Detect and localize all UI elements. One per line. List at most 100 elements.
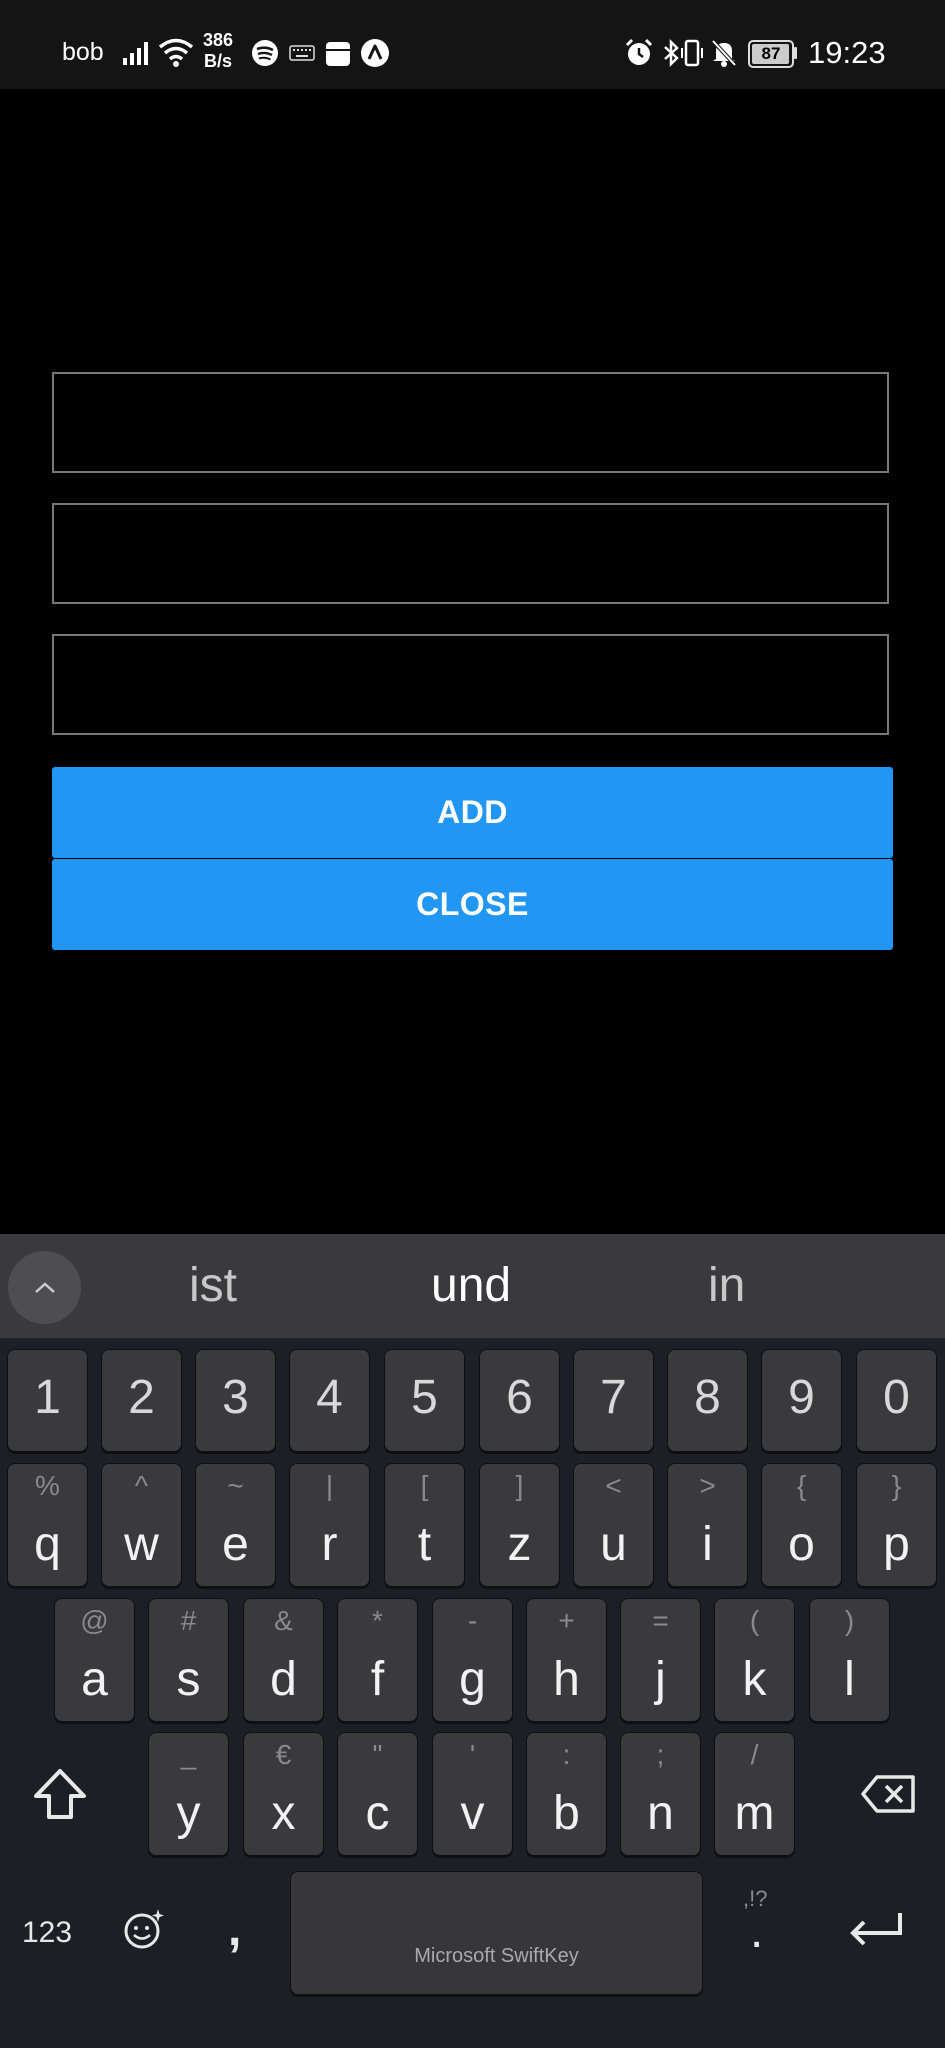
key-4[interactable]: 4 (289, 1349, 370, 1452)
network-speed-unit: B/s (204, 51, 233, 71)
battery-tip (794, 47, 797, 59)
key-t[interactable]: [t (384, 1463, 465, 1587)
key-o[interactable]: {o (761, 1463, 842, 1587)
key-l[interactable]: ) l (809, 1598, 890, 1722)
key-n[interactable]: ; n (620, 1732, 701, 1856)
key-d[interactable]: & d (243, 1598, 324, 1722)
key-0[interactable]: 0 (856, 1349, 937, 1452)
enter-key[interactable] (836, 1894, 916, 1964)
suggestion-center[interactable]: und (431, 1258, 511, 1313)
on-screen-keyboard: ist und in 1 2 3 4 5 6 7 8 9 0 % q ^ w ~ e … (0, 1234, 945, 2048)
key-u[interactable]: < u (573, 1463, 654, 1587)
key-a[interactable]: @ a (54, 1598, 135, 1722)
network-speed: 386 B/s (203, 30, 233, 72)
key-v[interactable]: ' v (432, 1732, 513, 1856)
key-label: 9 (788, 1371, 815, 1424)
text-input-1[interactable] (52, 372, 889, 473)
suggestion-left[interactable]: ist (189, 1258, 237, 1313)
key-c[interactable]: " c (337, 1732, 418, 1856)
alarm-icon (625, 38, 653, 65)
key-label: 6 (506, 1371, 533, 1424)
backspace-key[interactable] (840, 1732, 935, 1856)
shift-key[interactable] (14, 1732, 106, 1856)
key-label: 4 (316, 1371, 343, 1424)
key-label: 3 (222, 1371, 249, 1424)
key-alt-label: = (652, 1605, 669, 1636)
key-label: 0 (883, 1371, 910, 1424)
status-bar: bob 386 B/s 87 19:23 (0, 0, 945, 89)
key-9[interactable]: 9 (761, 1349, 842, 1452)
key-label: d (270, 1653, 297, 1706)
key-label: k (742, 1653, 767, 1706)
key-3[interactable]: 3 (195, 1349, 276, 1452)
key-6[interactable]: 6 (479, 1349, 560, 1452)
key-label: p (883, 1518, 910, 1571)
period-key[interactable]: . (750, 1904, 763, 1959)
key-5[interactable]: 5 (384, 1349, 465, 1452)
key-g[interactable]: -g (432, 1598, 513, 1722)
key-label: g (459, 1653, 486, 1706)
suggestion-right[interactable]: in (708, 1258, 745, 1313)
key-e[interactable]: ~ e (195, 1463, 276, 1587)
key-label: 1 (34, 1371, 61, 1424)
key-i[interactable]: > i (667, 1463, 748, 1587)
close-button[interactable]: CLOSE (52, 859, 893, 950)
comma-key[interactable]: , (228, 1902, 241, 1957)
key-x[interactable]: € x (243, 1732, 324, 1856)
key-alt-label: } (891, 1470, 902, 1501)
text-input-3[interactable] (52, 634, 889, 735)
key-alt-label: _ (180, 1739, 197, 1770)
key-alt-label: - (467, 1605, 478, 1636)
key-alt-label: > (699, 1470, 716, 1501)
key-label: f (370, 1653, 385, 1706)
key-label: c (365, 1787, 390, 1840)
key-q[interactable]: % q (7, 1463, 88, 1587)
key-label: y (176, 1787, 201, 1840)
vibrate-icon (681, 39, 703, 67)
key-label: r (321, 1518, 338, 1571)
key-label: 2 (128, 1371, 155, 1424)
key-alt-label: * (372, 1605, 383, 1636)
key-w[interactable]: ^ w (101, 1463, 182, 1587)
key-j[interactable]: = j (620, 1598, 701, 1722)
key-7[interactable]: 7 (573, 1349, 654, 1452)
key-8[interactable]: 8 (667, 1349, 748, 1452)
enter-icon (850, 1913, 902, 1946)
numbers-toggle-key[interactable]: 123 (22, 1916, 72, 1950)
key-label: u (600, 1518, 627, 1571)
key-alt-label: " (372, 1739, 383, 1770)
key-y[interactable]: _ y (148, 1732, 229, 1856)
add-button[interactable]: ADD (52, 767, 893, 858)
key-2[interactable]: 2 (101, 1349, 182, 1452)
space-brand-label: Microsoft SwiftKey (414, 1945, 579, 1967)
key-alt-label: [ (420, 1470, 429, 1501)
key-h[interactable]: + h (526, 1598, 607, 1722)
network-speed-value: 386 (203, 30, 234, 50)
key-k[interactable]: (k (714, 1598, 795, 1722)
spotify-icon (252, 40, 278, 66)
key-alt-label: ' (469, 1739, 476, 1770)
key-label: v (460, 1787, 485, 1840)
key-b[interactable]: :b (526, 1732, 607, 1856)
key-m[interactable]: / m (714, 1732, 795, 1856)
key-alt-label: & (274, 1605, 293, 1636)
key-label: 8 (694, 1371, 721, 1424)
key-f[interactable]: * f (337, 1598, 418, 1722)
space-key[interactable]: Microsoft SwiftKey (290, 1871, 703, 1995)
mute-icon (711, 39, 737, 67)
bluetooth-icon (664, 38, 679, 68)
emoji-key[interactable] (114, 1899, 174, 1959)
carrier-name: bob (62, 38, 104, 66)
key-alt-label: € (275, 1739, 292, 1770)
wifi-icon (158, 38, 194, 67)
key-p[interactable]: } p (856, 1463, 937, 1587)
key-r[interactable]: | r (289, 1463, 370, 1587)
key-s[interactable]: # s (148, 1598, 229, 1722)
keyboard-icon (289, 45, 315, 61)
key-alt-label: | (325, 1470, 334, 1501)
key-label: a (81, 1653, 108, 1706)
key-1[interactable]: 1 (7, 1349, 88, 1452)
key-z[interactable]: ] z (479, 1463, 560, 1587)
text-input-2[interactable] (52, 503, 889, 604)
expand-toolbar-button[interactable] (8, 1251, 81, 1324)
